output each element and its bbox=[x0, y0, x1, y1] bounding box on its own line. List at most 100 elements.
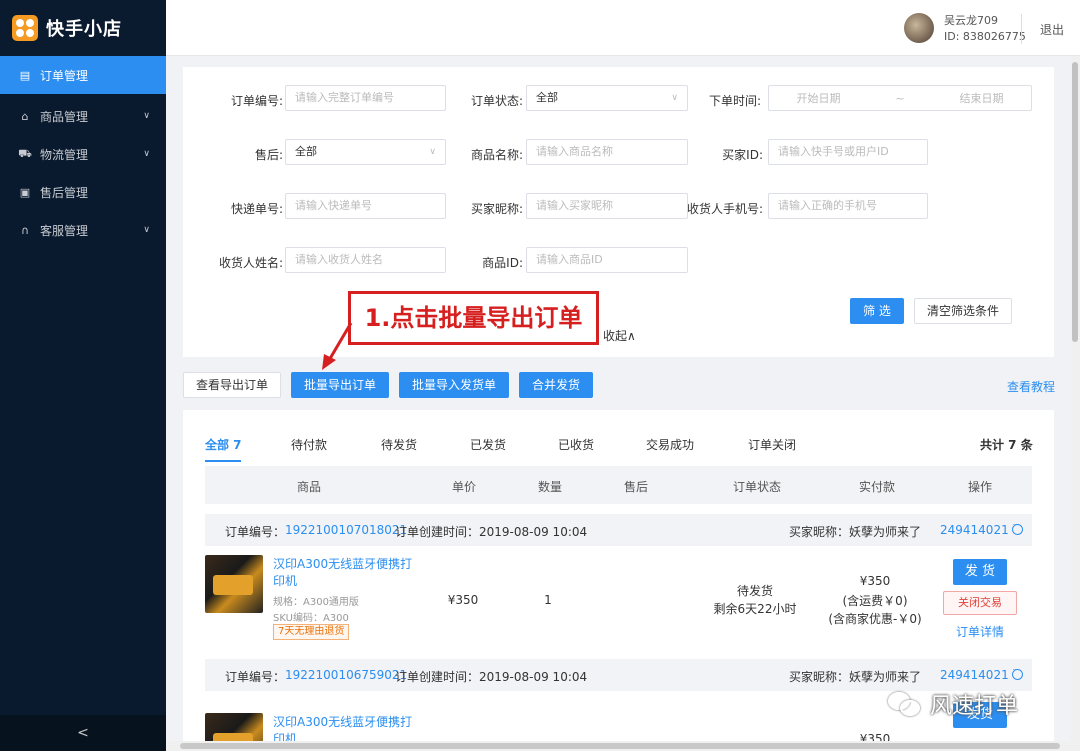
goods-icon: ⌂ bbox=[21, 109, 29, 123]
product-spec: 规格：A300通用版 bbox=[273, 597, 359, 608]
tutorial-link[interactable]: 查看教程 bbox=[1007, 378, 1055, 395]
tab-all[interactable]: 全部 7 bbox=[205, 436, 242, 453]
sidebar-item-label: 客服管理 bbox=[40, 223, 89, 238]
aftersale-icon: ▣ bbox=[19, 185, 31, 199]
truck-icon: ⛟ bbox=[18, 146, 32, 160]
product-id-label: 商品ID: bbox=[482, 256, 523, 270]
sidebar-item-label: 物流管理 bbox=[40, 147, 89, 162]
nickname-label: 买家昵称: bbox=[470, 202, 523, 216]
chat-icon[interactable] bbox=[1011, 521, 1023, 535]
logout-button[interactable]: 退出 bbox=[1040, 21, 1064, 38]
batch-import-button[interactable]: 批量导入发货单 bbox=[399, 372, 509, 398]
ship-button[interactable]: 发 货 bbox=[953, 559, 1007, 585]
buyer-id: 249414021 bbox=[940, 523, 1009, 537]
tab-closed[interactable]: 订单关闭 bbox=[748, 436, 796, 453]
order-created: 订单创建时间：2019-08-09 10:04 bbox=[395, 670, 588, 684]
buyer-id-input[interactable]: 请输入快手号或用户ID bbox=[768, 139, 928, 165]
filter-button[interactable]: 筛 选 bbox=[850, 298, 904, 324]
order-detail-link[interactable]: 订单详情 bbox=[956, 623, 1004, 640]
tab-received[interactable]: 已收货 bbox=[558, 436, 594, 453]
date-separator: ~ bbox=[895, 91, 905, 105]
receiver-input[interactable]: 请输入收货人姓名 bbox=[285, 247, 446, 273]
tab-shipped[interactable]: 已发货 bbox=[470, 436, 506, 453]
sidebar-item-label: 售后管理 bbox=[40, 185, 89, 200]
avatar[interactable] bbox=[904, 13, 934, 43]
chevron-down-icon: ∨ bbox=[143, 149, 150, 159]
sidebar-item-goods[interactable]: ⌂ 商品管理 ∨ bbox=[0, 97, 166, 135]
product-id-input[interactable]: 请输入商品ID bbox=[526, 247, 688, 273]
sidebar-item-service[interactable]: ∩ 客服管理 ∨ bbox=[0, 211, 166, 249]
end-date[interactable]: 结束日期 bbox=[960, 90, 1004, 106]
time-label: 下单时间: bbox=[708, 94, 761, 108]
chevron-down-icon: ∨ bbox=[143, 225, 150, 235]
buyer-id-link[interactable]: 249414021 bbox=[940, 666, 1023, 682]
scrollbar-thumb[interactable] bbox=[180, 743, 1060, 749]
col-qty: 数量 bbox=[538, 480, 563, 494]
table-header: 商品 单价 数量 售后 订单状态 实付款 操作 bbox=[205, 466, 1032, 504]
tab-completed[interactable]: 交易成功 bbox=[646, 436, 694, 453]
order-no-link[interactable]: 1922100107018021 bbox=[285, 523, 407, 537]
brand: 快手小店 bbox=[0, 0, 166, 56]
scrollbar-thumb[interactable] bbox=[1072, 62, 1078, 342]
col-aftersale: 售后 bbox=[624, 480, 649, 494]
paid-shipping: (含运费￥0) bbox=[842, 594, 908, 608]
chat-icon[interactable] bbox=[1011, 666, 1023, 680]
buyer-nickname: 买家昵称：妖孽为师来了 bbox=[789, 525, 922, 539]
wechat-icon bbox=[888, 690, 922, 718]
sidebar-collapse-button[interactable]: < bbox=[0, 715, 166, 751]
col-price: 单价 bbox=[452, 480, 477, 494]
user-name: 吴云龙709 bbox=[944, 14, 998, 27]
buyer-id-link[interactable]: 249414021 bbox=[940, 521, 1023, 537]
aftersale-value: 全部 bbox=[295, 145, 317, 158]
order-no-label: 订单编号： bbox=[225, 670, 286, 684]
quantity: 1 bbox=[544, 593, 552, 607]
tab-unpaid[interactable]: 待付款 bbox=[291, 436, 327, 453]
batch-export-button[interactable]: 批量导出订单 bbox=[291, 372, 389, 398]
annotation-arrow-icon bbox=[322, 322, 353, 370]
order-created: 订单创建时间：2019-08-09 10:04 bbox=[395, 525, 588, 539]
paid-discount: (含商家优惠-￥0) bbox=[828, 612, 922, 626]
divider bbox=[1021, 14, 1022, 44]
product-name-link[interactable]: 汉印A300无线蓝牙便携打印机 bbox=[273, 556, 413, 590]
express-label: 快递单号: bbox=[230, 202, 283, 216]
sidebar-item-orders[interactable]: ▤ 订单管理 bbox=[0, 56, 166, 94]
express-input[interactable]: 请输入快递单号 bbox=[285, 193, 446, 219]
watermark: 风速打单 bbox=[888, 688, 1018, 720]
annotation-callout: 1.点击批量导出订单 bbox=[348, 291, 599, 345]
return-policy-badge: 7天无理由退货 bbox=[273, 624, 350, 640]
unit-price: ¥350 bbox=[447, 593, 479, 607]
aftersale-label: 售后: bbox=[254, 148, 283, 162]
view-export-button[interactable]: 查看导出订单 bbox=[183, 372, 281, 398]
status-label: 订单状态: bbox=[470, 94, 523, 108]
collapse-filters-link[interactable]: 收起∧ bbox=[603, 327, 636, 344]
sidebar-item-label: 商品管理 bbox=[40, 109, 89, 124]
order-no-input[interactable]: 请输入完整订单编号 bbox=[285, 85, 446, 111]
kuaishou-logo-icon bbox=[12, 15, 38, 41]
buyer-nickname: 买家昵称：妖孽为师来了 bbox=[789, 670, 922, 684]
chevron-left-icon: < bbox=[77, 725, 89, 741]
total-count: 共计 7 条 bbox=[980, 438, 1033, 452]
product-name-label: 商品名称: bbox=[470, 148, 523, 162]
topbar: 吴云龙709 ID: 838026775 退出 bbox=[166, 0, 1080, 56]
order-status: 待发货 bbox=[736, 584, 773, 598]
merge-ship-button[interactable]: 合并发货 bbox=[519, 372, 593, 398]
date-range-picker[interactable]: 开始日期 ~ 结束日期 bbox=[768, 85, 1032, 111]
tab-to-ship[interactable]: 待发货 bbox=[381, 436, 417, 453]
aftersale-select[interactable]: 全部 ∨ bbox=[285, 139, 446, 165]
order-header: 订单编号： 1922100106759021 订单创建时间：2019-08-09… bbox=[205, 659, 1032, 691]
vertical-scrollbar[interactable] bbox=[1070, 56, 1080, 751]
order-no-link[interactable]: 1922100106759021 bbox=[285, 668, 407, 682]
paid-amount: ¥350 bbox=[859, 574, 891, 588]
col-paid: 实付款 bbox=[859, 480, 896, 494]
product-thumbnail[interactable] bbox=[205, 555, 263, 613]
active-tab-indicator bbox=[205, 460, 241, 462]
app-name: 快手小店 bbox=[46, 19, 122, 40]
start-date[interactable]: 开始日期 bbox=[796, 90, 840, 106]
sidebar-item-logistics[interactable]: ⛟ 物流管理 ∨ bbox=[0, 135, 166, 173]
sidebar-item-aftersale[interactable]: ▣ 售后管理 bbox=[0, 173, 166, 211]
clear-filters-button[interactable]: 清空筛选条件 bbox=[914, 298, 1012, 324]
receiver-label: 收货人姓名: bbox=[218, 256, 283, 270]
phone-input[interactable]: 请输入正确的手机号 bbox=[768, 193, 928, 219]
horizontal-scrollbar[interactable] bbox=[166, 741, 1070, 751]
close-trade-button[interactable]: 关闭交易 bbox=[943, 591, 1017, 615]
